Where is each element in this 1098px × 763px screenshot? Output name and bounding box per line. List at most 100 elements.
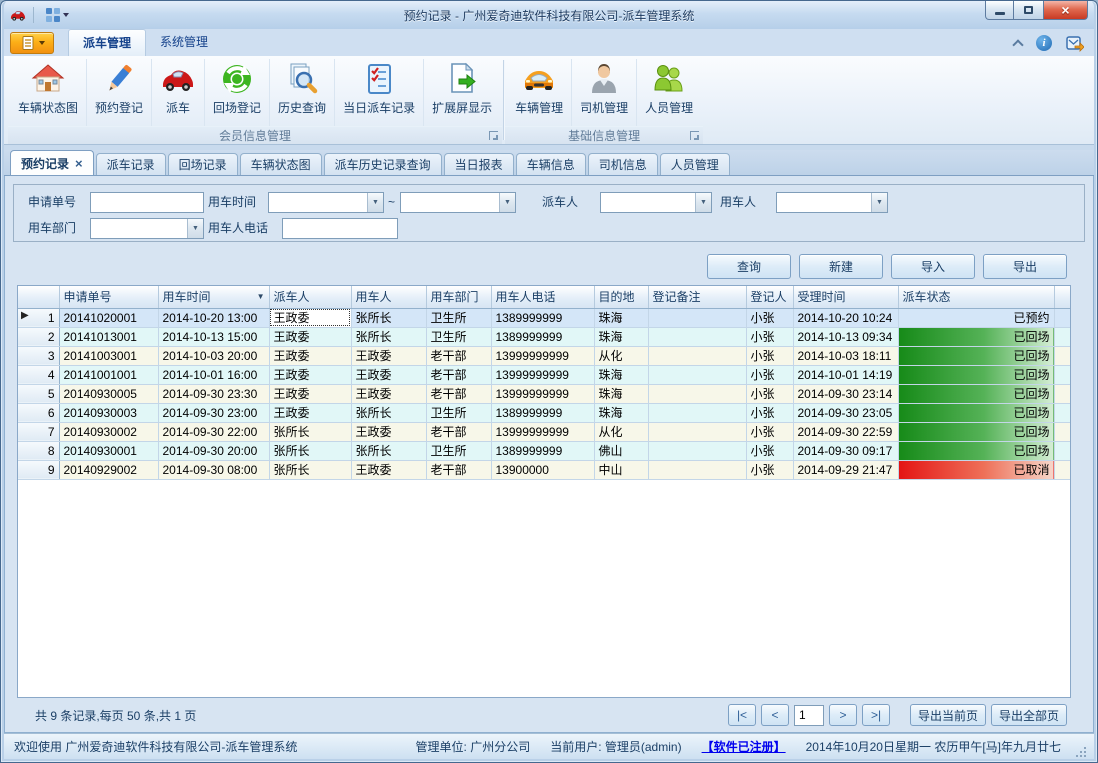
ribbon-button[interactable]: 预约登记 [87,59,152,126]
ribbon-button[interactable]: 车辆管理 [507,59,572,126]
cell-dept[interactable]: 卫生所 [426,441,491,460]
column-header-accept[interactable]: 受理时间 [793,286,898,308]
cell-order_no[interactable]: 20140930003 [59,403,158,422]
column-header-status[interactable]: 派车状态 [898,286,1054,308]
cell-accept[interactable]: 2014-09-29 21:47 [793,460,898,479]
column-header-user[interactable]: 用车人 [351,286,426,308]
cell-status[interactable]: 已回场 [898,403,1054,422]
doc-tab-1[interactable]: 派车记录 [96,153,166,175]
cell-status[interactable]: 已回场 [898,346,1054,365]
cell-status[interactable]: 已取消 [898,460,1054,479]
cell-use_time[interactable]: 2014-09-30 23:00 [158,403,269,422]
cell-remark[interactable] [648,422,746,441]
cell-registrar[interactable]: 小张 [746,422,793,441]
row-header[interactable]: ▶1 [18,308,59,327]
cell-registrar[interactable]: 小张 [746,460,793,479]
cell-status[interactable]: 已回场 [898,422,1054,441]
cell-dispatcher[interactable]: 王政委 [269,346,351,365]
cell-dest[interactable]: 珠海 [594,327,648,346]
ribbon-button[interactable]: 当日派车记录 [335,59,424,126]
table-row[interactable]: ▶1201410200012014-10-20 13:00王政委张所长卫生所13… [18,308,1070,327]
cell-dispatcher[interactable]: 张所长 [269,422,351,441]
cell-remark[interactable] [648,403,746,422]
first-page-button[interactable]: |< [728,704,756,726]
cell-dest[interactable]: 珠海 [594,308,648,327]
cell-dept[interactable]: 卫生所 [426,308,491,327]
row-header[interactable]: 8 [18,441,59,460]
cell-dest[interactable]: 中山 [594,460,648,479]
order-no-input[interactable] [90,192,204,213]
cell-remark[interactable] [648,365,746,384]
doc-tab-3[interactable]: 车辆状态图 [240,153,322,175]
export-button[interactable]: 导出 [983,254,1067,279]
cell-user[interactable]: 张所长 [351,441,426,460]
cell-order_no[interactable]: 20141003001 [59,346,158,365]
cell-dest[interactable]: 从化 [594,346,648,365]
cell-dispatcher[interactable]: 王政委 [269,384,351,403]
maximize-button[interactable] [1014,1,1043,20]
doc-tab-6[interactable]: 车辆信息 [516,153,586,175]
info-icon[interactable]: i [1036,35,1052,51]
cell-accept[interactable]: 2014-09-30 23:05 [793,403,898,422]
cell-registrar[interactable]: 小张 [746,403,793,422]
filter-caret-icon[interactable]: ▼ [257,292,265,301]
ribbon-button[interactable]: 司机管理 [572,59,637,126]
page-number-input[interactable] [794,705,824,726]
column-header-dept[interactable]: 用车部门 [426,286,491,308]
table-row[interactable]: 2201410130012014-10-13 15:00王政委张所长卫生所138… [18,327,1070,346]
prev-page-button[interactable]: < [761,704,789,726]
table-row[interactable]: 7201409300022014-09-30 22:00张所长王政委老干部139… [18,422,1070,441]
table-row[interactable]: 3201410030012014-10-03 20:00王政委王政委老干部139… [18,346,1070,365]
cell-accept[interactable]: 2014-10-20 10:24 [793,308,898,327]
ribbon-button[interactable]: 人员管理 [637,59,701,126]
export-current-page-button[interactable]: 导出当前页 [910,704,986,726]
cell-dest[interactable]: 佛山 [594,441,648,460]
ribbon-button[interactable]: 历史查询 [270,59,335,126]
last-page-button[interactable]: >| [862,704,890,726]
cell-status[interactable]: 已回场 [898,441,1054,460]
column-header-rowheader[interactable] [18,286,59,308]
cell-user[interactable]: 王政委 [351,460,426,479]
cell-remark[interactable] [648,308,746,327]
cell-registrar[interactable]: 小张 [746,384,793,403]
license-registered-link[interactable]: 【软件已注册】 [692,738,796,755]
resize-grip[interactable] [1075,746,1088,759]
cell-user[interactable]: 王政委 [351,346,426,365]
table-row[interactable]: 9201409290022014-09-30 08:00张所长王政委老干部139… [18,460,1070,479]
cell-user[interactable]: 张所长 [351,403,426,422]
table-row[interactable]: 4201410010012014-10-01 16:00王政委王政委老干部139… [18,365,1070,384]
cell-dispatcher[interactable]: 张所长 [269,441,351,460]
column-header-registrar[interactable]: 登记人 [746,286,793,308]
cell-phone[interactable]: 13999999999 [491,422,594,441]
quick-access-toolbar-button[interactable] [41,5,73,25]
phone-input[interactable] [282,218,398,239]
cell-dispatcher[interactable]: 张所长 [269,460,351,479]
cell-status[interactable]: 已预约 [898,308,1054,327]
cell-phone[interactable]: 13999999999 [491,365,594,384]
cell-status[interactable]: 已回场 [898,365,1054,384]
cell-registrar[interactable]: 小张 [746,346,793,365]
dialog-launcher-icon[interactable] [489,131,498,140]
cell-status[interactable]: 已回场 [898,327,1054,346]
cell-use_time[interactable]: 2014-09-30 20:00 [158,441,269,460]
cell-dept[interactable]: 老干部 [426,384,491,403]
next-page-button[interactable]: > [829,704,857,726]
cell-accept[interactable]: 2014-09-30 22:59 [793,422,898,441]
new-button[interactable]: 新建 [799,254,883,279]
cell-dest[interactable]: 珠海 [594,365,648,384]
ribbon-button[interactable]: 扩展屏显示 [424,59,500,126]
row-header[interactable]: 6 [18,403,59,422]
cell-user[interactable]: 张所长 [351,308,426,327]
doc-tab-8[interactable]: 人员管理 [660,153,730,175]
cell-remark[interactable] [648,460,746,479]
import-button[interactable]: 导入 [891,254,975,279]
cell-user[interactable]: 张所长 [351,327,426,346]
minimize-button[interactable] [985,1,1014,20]
close-button[interactable]: × [1043,1,1088,20]
cell-order_no[interactable]: 20141001001 [59,365,158,384]
cell-accept[interactable]: 2014-09-30 09:17 [793,441,898,460]
row-header[interactable]: 9 [18,460,59,479]
cell-remark[interactable] [648,346,746,365]
cell-order_no[interactable]: 20140930002 [59,422,158,441]
cell-order_no[interactable]: 20141020001 [59,308,158,327]
